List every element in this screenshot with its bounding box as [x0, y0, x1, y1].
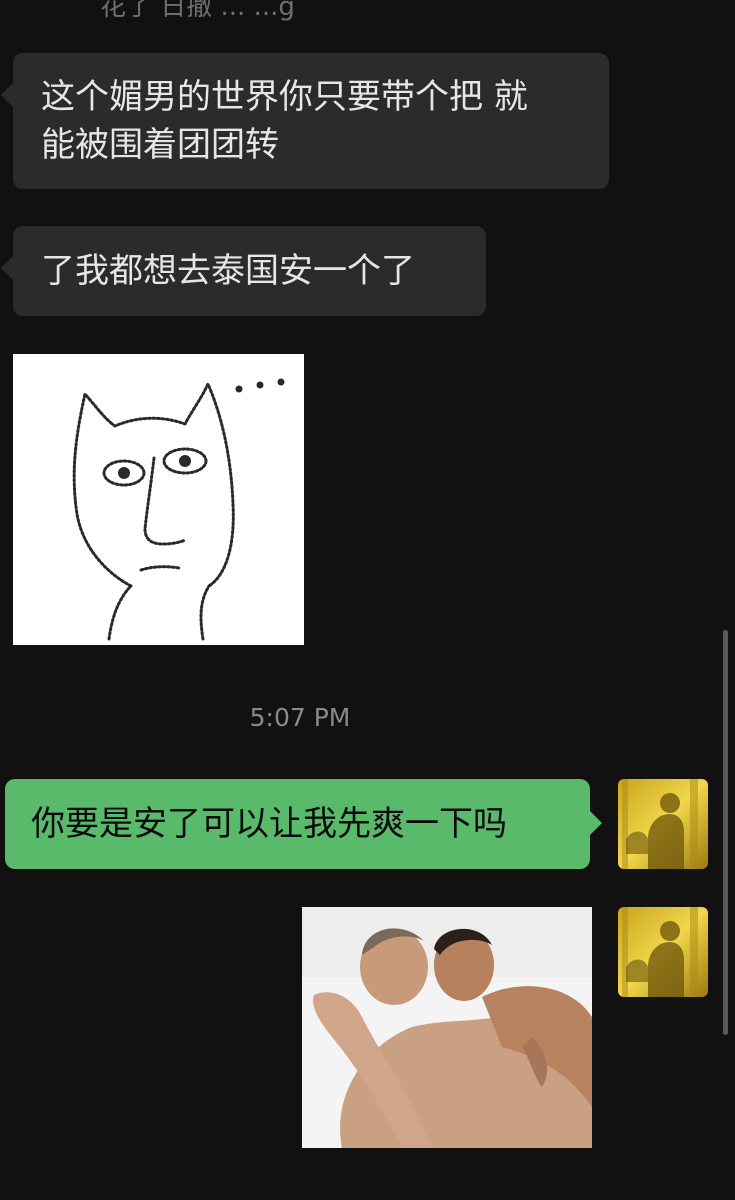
scrollbar[interactable]: [723, 630, 728, 1035]
message-text: 你要是安了可以让我先爽一下吗: [31, 804, 507, 844]
message-text: 了我都想去泰国安一个了: [41, 251, 415, 291]
avatar-image: [618, 779, 708, 869]
message-line-2: 能被围着团团转: [41, 125, 279, 165]
photo-content: [302, 907, 592, 1148]
embracing-photo[interactable]: [302, 907, 592, 1148]
incoming-message-bubble[interactable]: 了我都想去泰国安一个了: [1, 226, 486, 316]
cat-face-drawing: [72, 378, 285, 641]
user-avatar[interactable]: [618, 779, 708, 869]
outgoing-message-bubble[interactable]: 你要是安了可以让我先爽一下吗: [5, 779, 602, 869]
avatar-image: [618, 907, 708, 997]
user-avatar[interactable]: [618, 907, 708, 997]
message-line-1: 这个媚男的世界你只要带个把 就: [41, 77, 528, 117]
previous-message-partial: 花了 日撤 ... ...g: [100, 0, 295, 22]
message-timestamp: 5:07 PM: [249, 703, 351, 732]
incoming-message-bubble[interactable]: 这个媚男的世界你只要带个把 就 能被围着团团转: [1, 53, 609, 189]
cat-face-sticker[interactable]: [13, 354, 304, 645]
